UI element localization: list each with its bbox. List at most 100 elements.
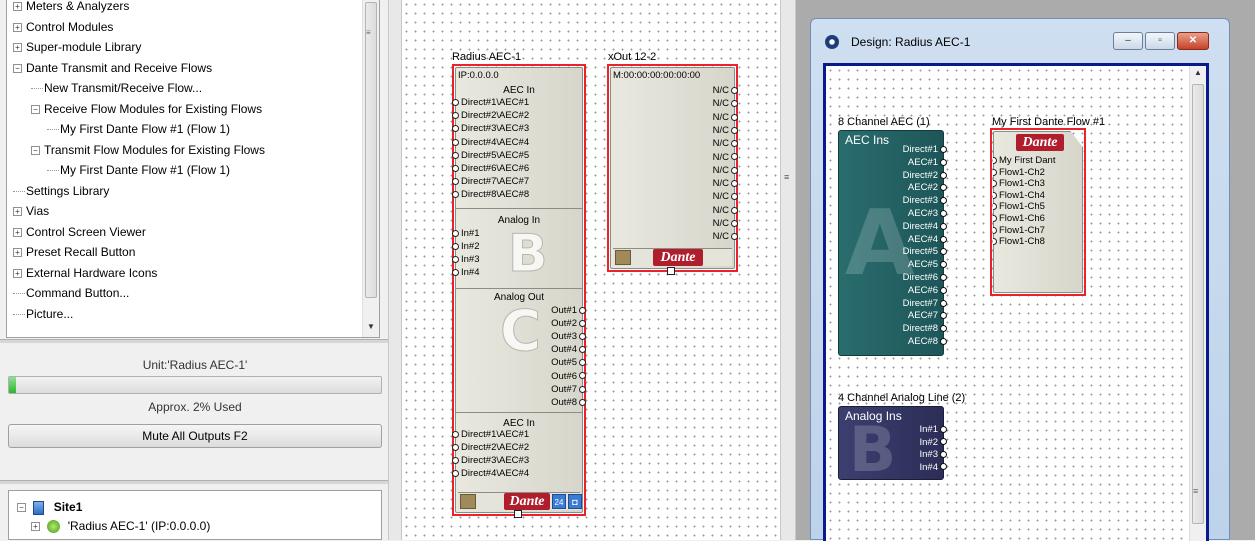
tree-item[interactable]: New Transmit/Receive Flow... bbox=[31, 78, 202, 98]
pin-connector-icon[interactable] bbox=[940, 463, 947, 471]
output-pin[interactable]: Out#8 bbox=[551, 397, 586, 408]
pin-connector-icon[interactable] bbox=[579, 385, 586, 393]
output-pin[interactable]: Out#3 bbox=[551, 332, 586, 342]
scrollbar-thumb[interactable] bbox=[365, 2, 377, 298]
pin-connector-icon[interactable] bbox=[579, 372, 586, 380]
pin-connector-icon[interactable] bbox=[731, 180, 738, 188]
mute-all-outputs-button[interactable]: Mute All Outputs F2 bbox=[8, 424, 382, 448]
scroll-up-arrow-icon[interactable]: ▲ bbox=[1194, 68, 1202, 77]
input-pin[interactable]: Direct#4\AEC#4 bbox=[452, 469, 529, 479]
input-pin[interactable]: Direct#4\AEC#4 bbox=[452, 137, 529, 148]
output-pin[interactable]: Direct#3 bbox=[903, 196, 947, 206]
expand-icon[interactable]: + bbox=[13, 268, 22, 278]
tree-item[interactable]: Command Button... bbox=[13, 283, 129, 303]
output-pin[interactable]: Out#7 bbox=[551, 384, 586, 395]
expand-icon[interactable]: + bbox=[13, 227, 22, 237]
output-pin[interactable]: AEC#4 bbox=[908, 234, 947, 245]
output-pin[interactable]: N/C bbox=[713, 192, 738, 202]
pin-connector-icon[interactable] bbox=[940, 184, 947, 192]
tree-item[interactable]: + Control Modules bbox=[13, 17, 113, 37]
tree-item[interactable]: + Vias bbox=[13, 201, 49, 221]
input-pin[interactable]: Direct#8\AEC#8 bbox=[452, 190, 529, 200]
pin-connector-icon[interactable] bbox=[579, 346, 586, 354]
input-pin[interactable]: In#1 bbox=[452, 229, 480, 239]
output-pin[interactable]: AEC#6 bbox=[908, 285, 947, 296]
tree-item[interactable]: My First Dante Flow #1 (Flow 1) bbox=[47, 119, 230, 139]
input-pin[interactable]: Direct#2\AEC#2 bbox=[452, 443, 529, 453]
pin-connector-icon[interactable] bbox=[579, 306, 586, 314]
expand-icon[interactable]: + bbox=[13, 22, 22, 32]
aec-module-block[interactable]: AEC Ins A Direct#1 AEC#1 Direct#2 AEC#2 Dire… bbox=[838, 130, 947, 356]
output-pin[interactable]: N/C bbox=[713, 139, 738, 149]
pin-connector-icon[interactable] bbox=[731, 113, 738, 121]
pin-connector-icon[interactable] bbox=[940, 286, 947, 294]
splitter-right[interactable]: ≡ bbox=[780, 0, 796, 540]
pin-connector-icon[interactable] bbox=[731, 100, 738, 108]
output-pin[interactable]: Direct#6 bbox=[903, 273, 947, 283]
tree-item[interactable]: + Control Screen Viewer bbox=[13, 222, 146, 242]
input-pin[interactable]: Direct#3\AEC#3 bbox=[452, 124, 529, 134]
output-pin[interactable]: Out#2 bbox=[551, 319, 586, 329]
pin-connector-icon[interactable] bbox=[731, 86, 738, 94]
output-pin[interactable]: Out#4 bbox=[551, 345, 586, 355]
input-pin[interactable]: In#3 bbox=[452, 255, 480, 265]
pin-connector-icon[interactable] bbox=[993, 180, 997, 188]
expand-icon[interactable]: + bbox=[13, 2, 22, 12]
output-pin[interactable]: N/C bbox=[713, 86, 738, 96]
output-pin[interactable]: N/C bbox=[713, 99, 738, 109]
pin-connector-icon[interactable] bbox=[993, 226, 997, 234]
output-pin[interactable]: Out#1 bbox=[551, 306, 586, 316]
output-pin[interactable]: In#3 bbox=[920, 450, 947, 460]
input-pin[interactable]: In#2 bbox=[452, 242, 480, 252]
pin-connector-icon[interactable] bbox=[452, 178, 459, 186]
pin-connector-icon[interactable] bbox=[452, 430, 459, 438]
pin-connector-icon[interactable] bbox=[452, 125, 459, 133]
output-pin[interactable]: N/C bbox=[713, 232, 738, 242]
input-pin[interactable]: Direct#5\AEC#5 bbox=[452, 150, 529, 161]
expand-icon[interactable]: + bbox=[13, 248, 22, 258]
pin-connector-icon[interactable] bbox=[993, 168, 997, 176]
tree-item[interactable]: + Preset Recall Button bbox=[13, 242, 135, 262]
pin-connector-icon[interactable] bbox=[452, 255, 459, 263]
output-pin[interactable]: AEC#2 bbox=[908, 183, 947, 193]
output-pin[interactable]: My First Dant bbox=[993, 156, 1055, 166]
output-pin[interactable]: Flow1-Ch6 bbox=[993, 214, 1045, 224]
tree-item[interactable]: + External Hardware Icons bbox=[13, 263, 157, 283]
pin-connector-icon[interactable] bbox=[452, 443, 459, 451]
design-scrollbar[interactable]: ▲ ≡ bbox=[1189, 66, 1206, 541]
pin-connector-icon[interactable] bbox=[993, 191, 997, 199]
pin-connector-icon[interactable] bbox=[452, 456, 459, 464]
output-pin[interactable]: Direct#7 bbox=[903, 298, 947, 309]
pin-connector-icon[interactable] bbox=[731, 219, 738, 227]
pin-connector-icon[interactable] bbox=[452, 469, 459, 477]
output-pin[interactable]: Flow1-Ch8 bbox=[993, 237, 1045, 247]
pin-connector-icon[interactable] bbox=[940, 222, 947, 230]
collapse-icon[interactable]: − bbox=[31, 145, 40, 155]
pin-connector-icon[interactable] bbox=[940, 438, 947, 446]
radius-aec-block[interactable]: IP:0.0.0.0 AEC In Direct#1\AEC#1 Direct#2… bbox=[452, 67, 586, 513]
pin-connector-icon[interactable] bbox=[731, 193, 738, 201]
tree-item[interactable]: Settings Library bbox=[13, 181, 109, 201]
pin-connector-icon[interactable] bbox=[731, 233, 738, 241]
pin-connector-icon[interactable] bbox=[940, 299, 947, 307]
pin-connector-icon[interactable] bbox=[731, 126, 738, 134]
output-pin[interactable]: Direct#8 bbox=[903, 324, 947, 334]
scroll-down-arrow-icon[interactable]: ▼ bbox=[367, 322, 375, 331]
input-pin[interactable]: Direct#7\AEC#7 bbox=[452, 177, 529, 187]
minimize-button[interactable]: – bbox=[1113, 32, 1143, 50]
pin-connector-icon[interactable] bbox=[940, 248, 947, 256]
design-canvas[interactable]: 8 Channel AEC (1) AEC Ins A Direct#1 AEC#… bbox=[823, 63, 1209, 541]
output-pin[interactable]: N/C bbox=[713, 152, 738, 163]
collapse-icon[interactable]: − bbox=[17, 503, 26, 513]
pin-connector-icon[interactable] bbox=[940, 171, 947, 179]
pin-connector-icon[interactable] bbox=[452, 268, 459, 276]
panel-splitter-2[interactable] bbox=[0, 480, 388, 484]
output-pin[interactable]: Flow1-Ch3 bbox=[993, 179, 1045, 189]
pin-connector-icon[interactable] bbox=[940, 325, 947, 333]
tree-item[interactable]: − Dante Transmit and Receive Flows bbox=[13, 58, 212, 78]
input-pin[interactable]: In#4 bbox=[452, 268, 480, 278]
pin-connector-icon[interactable] bbox=[452, 191, 459, 199]
output-pin[interactable]: Direct#4 bbox=[903, 221, 947, 232]
pin-connector-icon[interactable] bbox=[940, 158, 947, 166]
output-pin[interactable]: AEC#1 bbox=[908, 157, 947, 168]
